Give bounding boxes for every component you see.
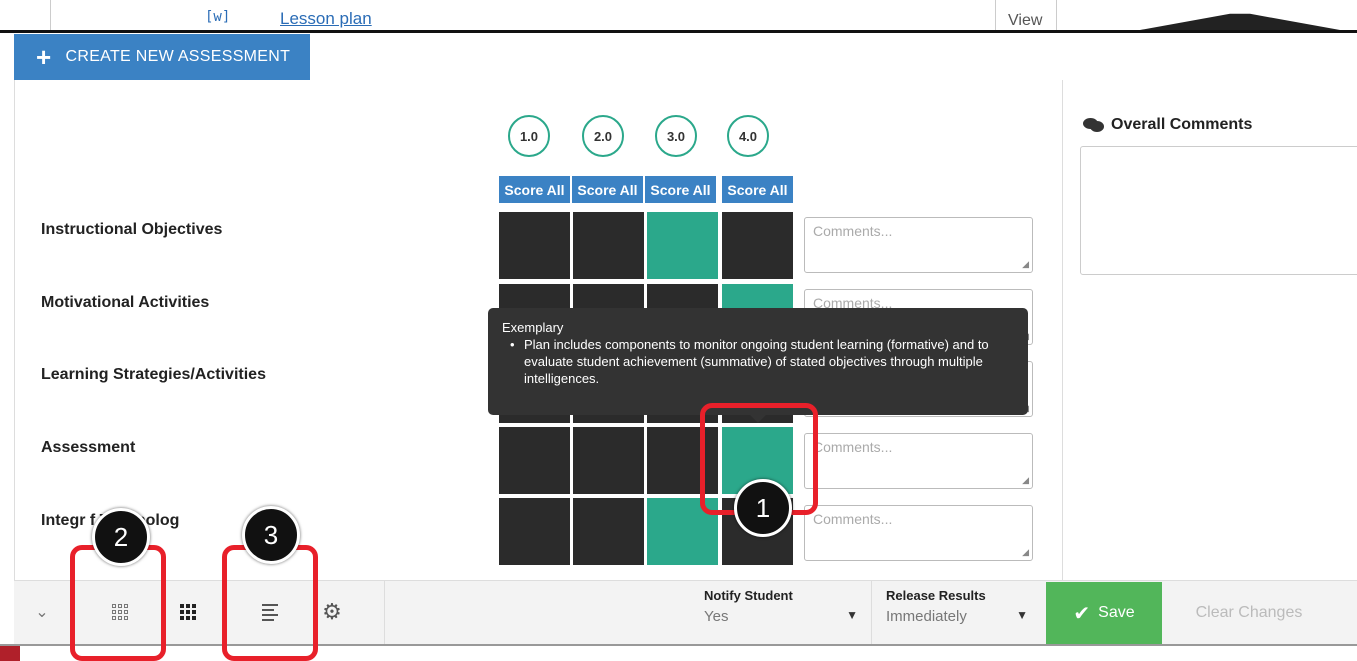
overall-comments-header: Overall Comments <box>1083 116 1252 134</box>
overall-comments-input[interactable] <box>1080 146 1357 275</box>
view-link[interactable]: View <box>1008 12 1042 30</box>
lesson-plan-link[interactable]: Lesson plan <box>280 9 372 29</box>
rubric-cell[interactable] <box>647 427 718 494</box>
create-new-assessment-button[interactable]: + CREATE NEW ASSESSMENT <box>14 34 310 80</box>
criterion-label: Learning Strategies/Activities <box>41 366 266 383</box>
comment-placeholder: Comments... <box>813 511 893 527</box>
criterion-comment-input[interactable]: Comments... ◢ <box>804 505 1033 561</box>
word-doc-icon: [w] <box>205 9 231 25</box>
checkmark-icon: ✔ <box>1073 602 1091 625</box>
criterion-comment-input[interactable]: Comments... ◢ <box>804 433 1033 489</box>
rubric-cell[interactable] <box>647 498 718 565</box>
toolbar-divider <box>384 580 385 644</box>
compact-grid-view-button[interactable] <box>168 596 208 628</box>
frame-border <box>0 644 1357 661</box>
comments-icon <box>1083 117 1105 133</box>
annotation-badge-3: 3 <box>242 506 300 564</box>
score-all-level-1-button[interactable]: Score All <box>499 176 571 203</box>
score-all-level-3-button[interactable]: Score All <box>645 176 717 203</box>
rubric-cell[interactable] <box>573 212 644 279</box>
tooltip-title: Exemplary <box>502 320 564 335</box>
comment-placeholder: Comments... <box>813 439 893 455</box>
rubric-cell[interactable] <box>722 212 793 279</box>
gear-icon: ⚙ <box>322 599 342 624</box>
level-3-circle: 3.0 <box>655 115 697 157</box>
notify-student-select[interactable]: Notify Student Yes ▼ <box>704 588 858 625</box>
notify-student-label: Notify Student <box>704 588 793 603</box>
tooltip-arrow <box>750 415 766 423</box>
tooltip-body: Plan includes components to monitor ongo… <box>502 336 1014 387</box>
frame-border <box>0 30 1357 33</box>
score-all-level-4-button[interactable]: Score All <box>722 176 794 203</box>
rubric-cell[interactable] <box>499 212 570 279</box>
resize-handle-icon[interactable]: ◢ <box>1022 259 1029 270</box>
chevron-down-icon: ⌄ <box>35 604 49 621</box>
toolbar-divider <box>871 580 872 644</box>
grid-outline-icon <box>112 604 128 620</box>
toolbar-divider <box>72 580 73 644</box>
resize-handle-icon[interactable]: ◢ <box>1022 547 1029 558</box>
grid-view-button[interactable] <box>100 596 140 628</box>
grid-solid-icon <box>180 604 196 620</box>
chevron-down-icon: ▼ <box>1016 608 1028 622</box>
level-2-circle: 2.0 <box>582 115 624 157</box>
create-new-assessment-label: CREATE NEW ASSESSMENT <box>65 48 291 65</box>
rubric-cell[interactable] <box>499 498 570 565</box>
criterion-comment-input[interactable]: Comments... ◢ <box>804 217 1033 273</box>
list-icon <box>262 603 278 621</box>
chevron-down-icon: ▼ <box>846 608 858 622</box>
level-description-tooltip: Exemplary Plan includes components to mo… <box>488 308 1028 423</box>
level-1-circle: 1.0 <box>508 115 550 157</box>
comment-placeholder: Comments... <box>813 223 893 239</box>
release-results-value: Immediately <box>886 608 967 625</box>
annotation-badge-2: 2 <box>92 508 150 566</box>
list-view-button[interactable] <box>250 596 290 628</box>
rubric-cell[interactable] <box>573 498 644 565</box>
rubric-cell[interactable] <box>499 427 570 494</box>
divider <box>1056 0 1057 30</box>
score-all-level-2-button[interactable]: Score All <box>572 176 644 203</box>
overall-comments-title: Overall Comments <box>1111 116 1253 133</box>
rubric-cell[interactable] <box>647 212 718 279</box>
resize-handle-icon[interactable]: ◢ <box>1022 475 1029 486</box>
previous-row: [w] Lesson plan View <box>0 0 1357 30</box>
criterion-label: Motivational Activities <box>41 294 210 311</box>
rubric-cell[interactable] <box>573 427 644 494</box>
save-button[interactable]: ✔ Save <box>1046 582 1162 644</box>
divider <box>50 0 51 30</box>
annotation-badge-1: 1 <box>734 479 792 537</box>
panel-divider <box>1062 80 1063 580</box>
clear-changes-button[interactable]: Clear Changes <box>1164 582 1334 644</box>
collapse-button[interactable]: ⌄ <box>22 596 62 628</box>
save-label: Save <box>1098 604 1135 621</box>
settings-button[interactable]: ⚙ <box>312 596 352 628</box>
criterion-label: Assessment <box>41 439 136 456</box>
plus-icon: + <box>36 42 52 72</box>
pointer-arrow-graphic <box>1140 13 1340 30</box>
release-results-select[interactable]: Release Results Immediately ▼ <box>886 588 1028 625</box>
release-results-label: Release Results <box>886 588 986 603</box>
decorative-corner <box>0 646 20 661</box>
criterion-label: Instructional Objectives <box>41 221 223 238</box>
notify-student-value: Yes <box>704 608 729 625</box>
level-4-circle: 4.0 <box>727 115 769 157</box>
divider <box>995 0 996 30</box>
